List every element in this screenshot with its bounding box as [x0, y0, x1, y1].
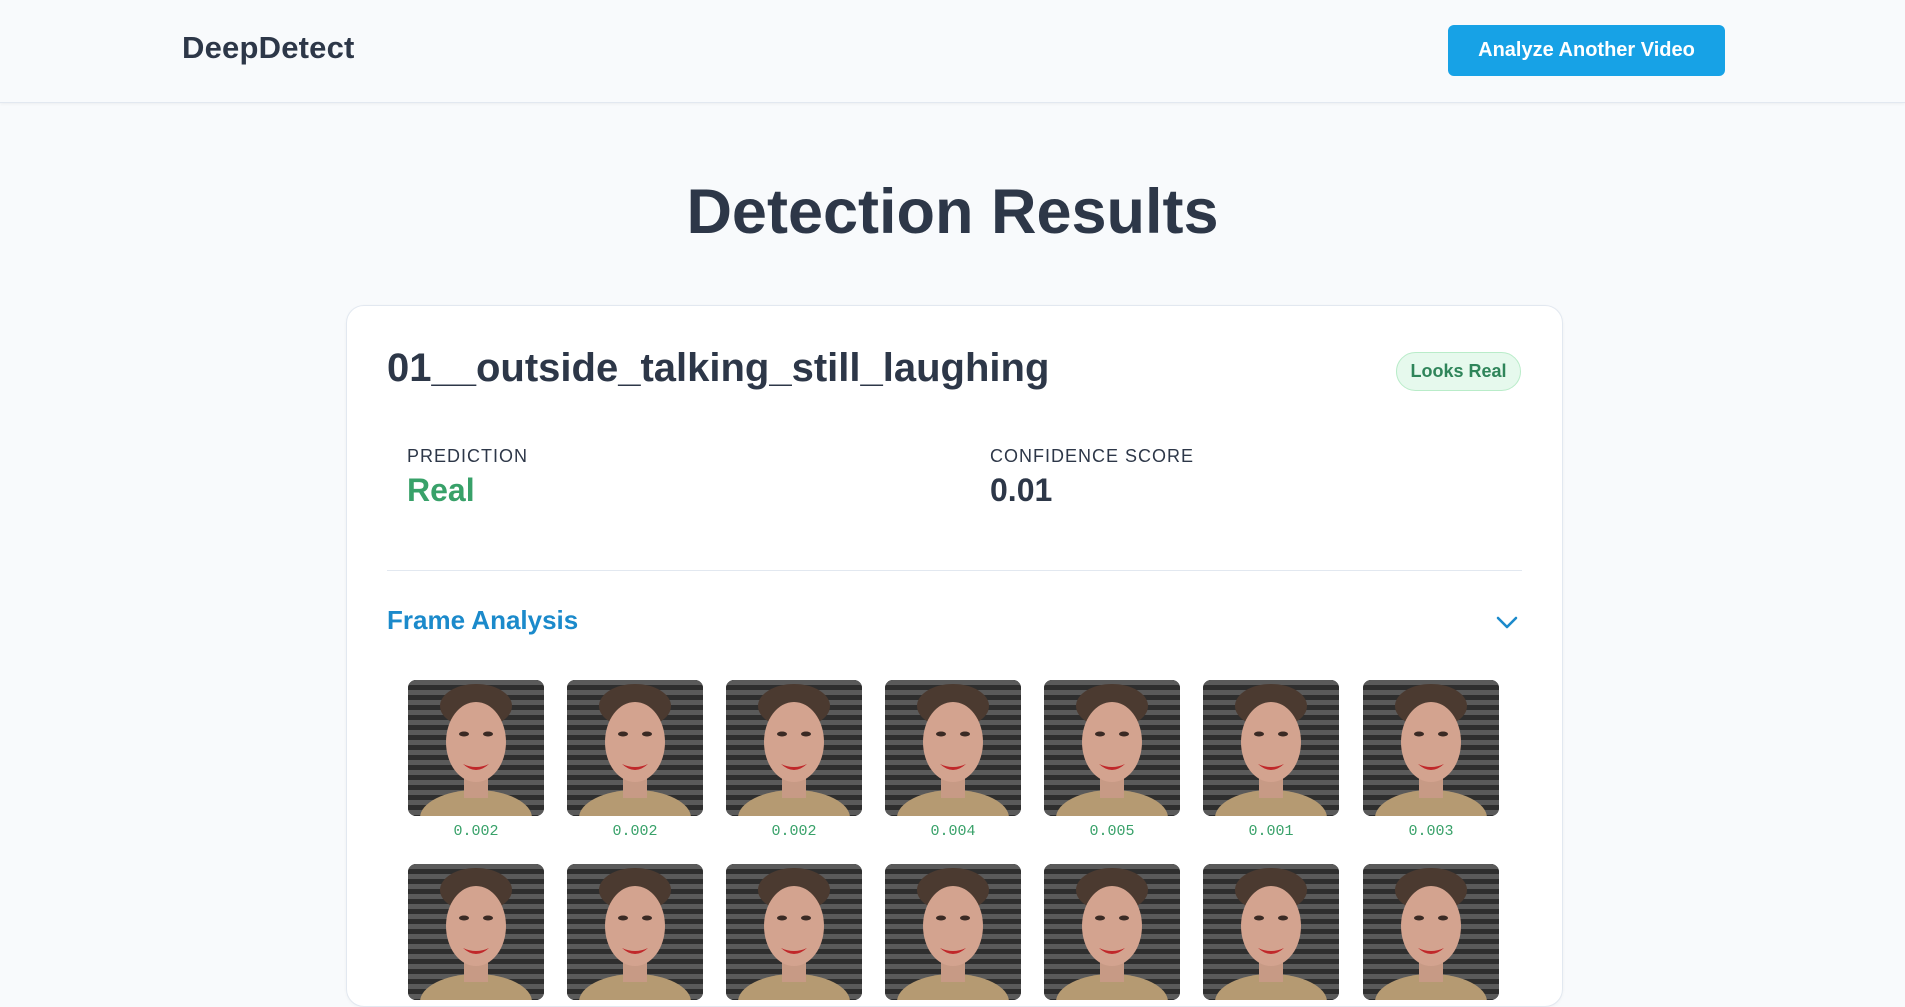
- prediction-value: Real: [407, 472, 475, 508]
- frame-image: [408, 680, 544, 816]
- divider: [387, 570, 1522, 571]
- frame-image: [885, 680, 1021, 816]
- confidence-label: CONFIDENCE SCORE: [990, 446, 1195, 466]
- frame-score: 0.002: [771, 823, 817, 840]
- frame-image: [408, 864, 544, 1000]
- result-card: 01__outside_talking_still_laughing Looks…: [346, 305, 1563, 1007]
- frame-analysis-title[interactable]: Frame Analysis: [387, 605, 578, 636]
- frame-image: [567, 680, 703, 816]
- frame-thumbnail[interactable]: [1203, 864, 1339, 1007]
- frame-score: 0.002: [612, 823, 658, 840]
- chevron-down-icon[interactable]: [1493, 608, 1521, 636]
- status-badge: Looks Real: [1396, 352, 1521, 391]
- video-name: 01__outside_talking_still_laughing: [387, 346, 1050, 390]
- frame-image: [567, 864, 703, 1000]
- app-logo[interactable]: DeepDetect: [182, 30, 355, 66]
- frame-image: [1363, 864, 1499, 1000]
- prediction-label: PREDICTION: [407, 446, 529, 466]
- top-navbar: DeepDetect Analyze Another Video: [0, 0, 1905, 103]
- frame-thumbnail[interactable]: [408, 864, 544, 1007]
- frame-image: [726, 864, 862, 1000]
- frame-image: [1363, 680, 1499, 816]
- frame-score: 0.004: [930, 823, 976, 840]
- frame-thumbnail[interactable]: 0.002: [408, 680, 544, 840]
- frame-thumbnail[interactable]: 0.005: [1044, 680, 1180, 840]
- frame-image: [1203, 680, 1339, 816]
- frame-thumbnail[interactable]: 0.001: [1203, 680, 1339, 840]
- frame-score: 0.002: [453, 823, 499, 840]
- analyze-another-video-button[interactable]: Analyze Another Video: [1448, 25, 1725, 76]
- frame-score: 0.003: [1408, 823, 1454, 840]
- frame-image: [726, 680, 862, 816]
- frame-thumbnail[interactable]: [1363, 864, 1499, 1007]
- frame-thumbnail[interactable]: 0.003: [1363, 680, 1499, 840]
- frame-image: [1203, 864, 1339, 1000]
- frame-score: 0.005: [1089, 823, 1135, 840]
- frame-thumbnail[interactable]: [567, 864, 703, 1007]
- frame-thumbnail[interactable]: 0.004: [885, 680, 1021, 840]
- confidence-value: 0.01: [990, 472, 1053, 508]
- frame-thumbnail[interactable]: [1044, 864, 1180, 1007]
- frame-score: 0.001: [1248, 823, 1294, 840]
- page-title: Detection Results: [686, 177, 1219, 247]
- frame-thumbnail[interactable]: 0.002: [567, 680, 703, 840]
- frame-image: [1044, 680, 1180, 816]
- frame-image: [885, 864, 1021, 1000]
- frame-thumbnail[interactable]: [726, 864, 862, 1007]
- frame-image: [1044, 864, 1180, 1000]
- frame-thumbnail[interactable]: [885, 864, 1021, 1007]
- frame-thumbnail[interactable]: 0.002: [726, 680, 862, 840]
